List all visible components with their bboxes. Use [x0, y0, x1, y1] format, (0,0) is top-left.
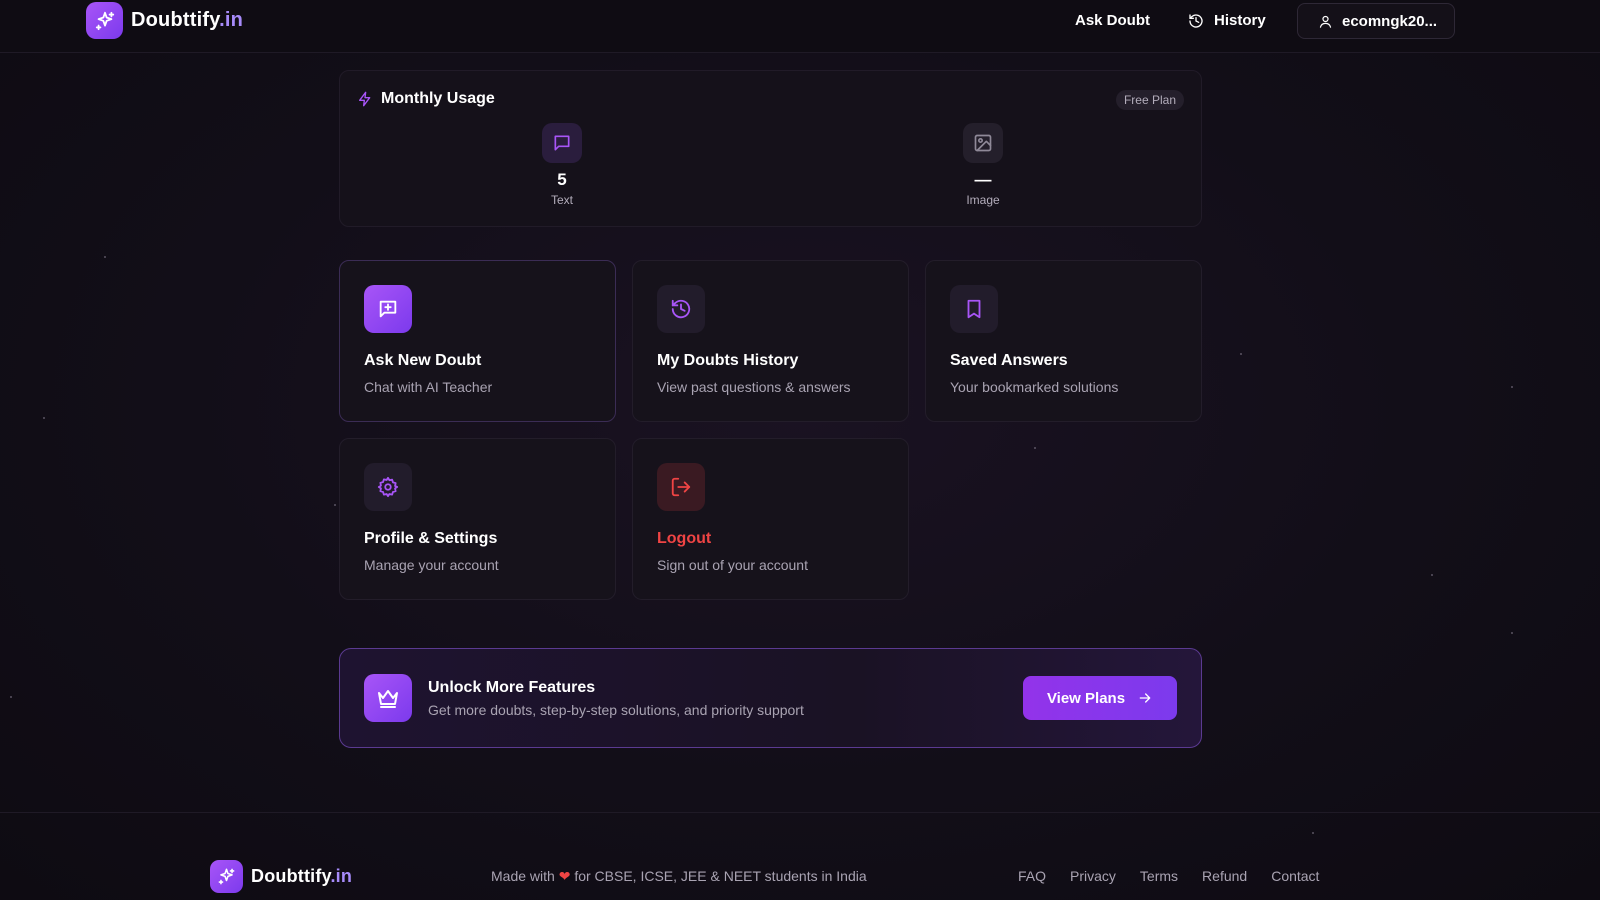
card-subtitle: View past questions & answers	[657, 379, 851, 395]
plan-badge: Free Plan	[1115, 90, 1184, 110]
footer-brand-name: Doubttify.in	[251, 866, 353, 886]
footer-tagline: Made with ❤ for CBSE, ICSE, JEE & NEET s…	[491, 868, 867, 884]
ask-new-doubt-card[interactable]: Ask New Doubt Chat with AI Teacher	[339, 260, 616, 422]
upgrade-title: Unlock More Features	[428, 679, 596, 696]
my-doubts-history-card[interactable]: My Doubts History View past questions & …	[632, 260, 909, 422]
site-footer: Doubttify.in Made with ❤ for CBSE, ICSE,…	[0, 812, 1600, 900]
image-icon	[963, 123, 1003, 163]
footer-brand-link[interactable]: Doubttify.in	[210, 860, 352, 893]
view-plans-label: View Plans	[1046, 689, 1126, 707]
upgrade-subtitle: Get more doubts, step-by-step solutions,…	[428, 702, 804, 718]
footer-link-terms[interactable]: Terms	[1140, 868, 1178, 884]
profile-settings-card[interactable]: Profile & Settings Manage your account	[339, 438, 616, 600]
footer-links: FAQ Privacy Terms Refund Contact	[1018, 868, 1319, 884]
sparkles-icon	[210, 860, 243, 893]
brand-logo-link[interactable]: Doubttify.in	[86, 2, 243, 39]
upgrade-banner: Unlock More Features Get more doubts, st…	[339, 648, 1202, 748]
sparkles-icon	[86, 2, 123, 39]
footer-link-privacy[interactable]: Privacy	[1070, 868, 1116, 884]
zap-icon	[359, 91, 371, 107]
card-subtitle: Chat with AI Teacher	[364, 379, 493, 395]
history-icon	[1189, 13, 1203, 28]
card-title: My Doubts History	[657, 352, 799, 369]
crown-icon	[364, 674, 412, 722]
usage-image-value: —	[974, 170, 992, 189]
usage-heading: Monthly Usage	[357, 90, 495, 108]
usage-text-value: 5	[557, 170, 567, 189]
usage-image-label: Image	[966, 193, 1000, 207]
brand-name: Doubttify.in	[131, 9, 244, 31]
user-menu-button[interactable]: ecomngk20...	[1297, 3, 1455, 39]
card-subtitle: Your bookmarked solutions	[950, 379, 1119, 395]
top-nav-bar: Doubttify.in Ask Doubt History ecomngk20…	[0, 0, 1600, 53]
monthly-usage-card: Monthly Usage Free Plan 5 Text — Image	[339, 70, 1202, 227]
card-title: Logout	[657, 530, 712, 547]
history-icon	[657, 285, 705, 333]
message-plus-icon	[364, 285, 412, 333]
saved-answers-card[interactable]: Saved Answers Your bookmarked solutions	[925, 260, 1202, 422]
card-subtitle: Sign out of your account	[657, 557, 808, 573]
footer-link-faq[interactable]: FAQ	[1018, 868, 1046, 884]
heart-icon: ❤	[558, 868, 571, 884]
user-icon	[1319, 15, 1332, 28]
nav-ask-doubt-link[interactable]: Ask Doubt	[1075, 12, 1150, 29]
logout-icon	[657, 463, 705, 511]
card-subtitle: Manage your account	[364, 557, 499, 573]
nav-history-link[interactable]: History	[1188, 12, 1266, 29]
usage-image-stat: — Image	[943, 123, 1023, 207]
footer-link-contact[interactable]: Contact	[1271, 868, 1319, 884]
nav-history-label: History	[1214, 12, 1266, 29]
gear-icon	[364, 463, 412, 511]
arrow-right-icon	[1139, 693, 1151, 703]
card-title: Saved Answers	[950, 352, 1068, 369]
logout-card[interactable]: Logout Sign out of your account	[632, 438, 909, 600]
card-title: Ask New Doubt	[364, 352, 482, 369]
view-plans-button[interactable]: View Plans	[1023, 676, 1177, 720]
footer-link-refund[interactable]: Refund	[1202, 868, 1247, 884]
user-name: ecomngk20...	[1342, 12, 1438, 30]
card-title: Profile & Settings	[364, 530, 498, 547]
usage-text-stat: 5 Text	[522, 123, 602, 207]
message-square-icon	[542, 123, 582, 163]
usage-title: Monthly Usage	[381, 90, 495, 107]
bookmark-icon	[950, 285, 998, 333]
usage-text-label: Text	[550, 193, 573, 207]
